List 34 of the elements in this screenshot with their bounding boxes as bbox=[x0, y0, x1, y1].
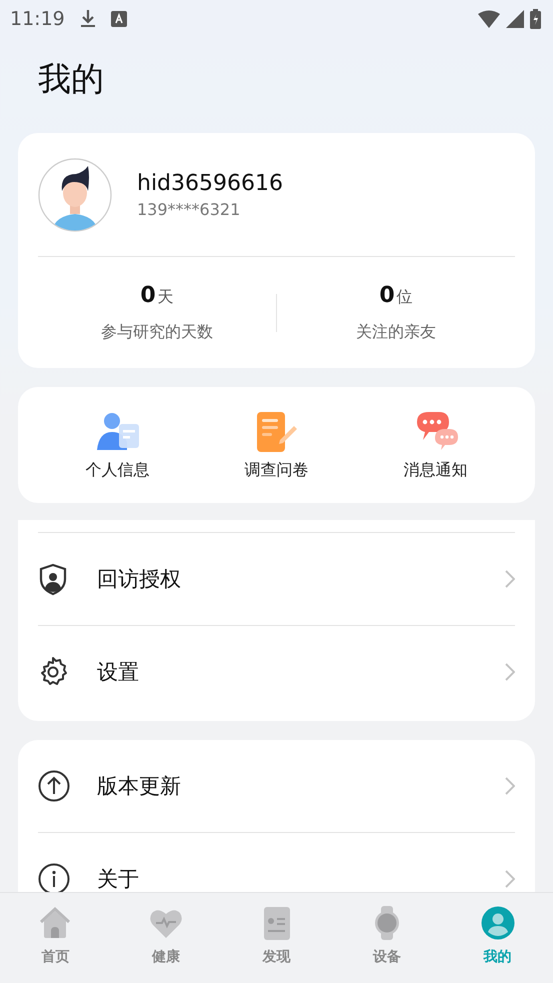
page-title: 我的 bbox=[38, 60, 105, 98]
keyboard-icon bbox=[110, 11, 127, 27]
user-icon bbox=[480, 906, 515, 941]
shortcut-label[interactable]: 消息通知 bbox=[404, 460, 468, 480]
chevron-icon bbox=[505, 570, 515, 588]
home-icon bbox=[38, 906, 72, 941]
stat-unit: 天 bbox=[158, 287, 174, 308]
chevron-icon bbox=[505, 663, 515, 681]
menu-item[interactable]: 关于 bbox=[38, 833, 515, 892]
chevron-icon bbox=[505, 870, 515, 888]
menu-label: 设置 bbox=[97, 659, 140, 686]
signal-icon bbox=[506, 10, 524, 28]
status-time: 11:19 bbox=[10, 8, 65, 30]
menu-label: 关于 bbox=[97, 866, 140, 892]
battery-icon bbox=[530, 9, 541, 29]
menu-label: 回访授权 bbox=[97, 566, 182, 593]
info-icon bbox=[38, 862, 70, 892]
stat-value: 0 bbox=[379, 283, 395, 308]
stat-label: 参与研究的天数 bbox=[101, 322, 213, 343]
menu-label: 版本更新 bbox=[97, 773, 182, 800]
menu-item[interactable]: 设置 bbox=[38, 626, 515, 718]
wifi-icon bbox=[478, 10, 500, 28]
user-name: hid36596616 bbox=[137, 171, 283, 196]
shortcut-label[interactable]: 个人信息 bbox=[86, 460, 150, 480]
shortcut-label[interactable]: 调查问卷 bbox=[244, 460, 308, 480]
chevron-icon bbox=[505, 777, 515, 795]
stat-unit: 位 bbox=[396, 287, 413, 308]
stat-label: 关注的亲友 bbox=[356, 322, 436, 343]
stat-value: 0 bbox=[140, 283, 156, 308]
download-icon bbox=[78, 9, 97, 29]
phone-number: 139****6321 bbox=[137, 200, 242, 219]
menu-item[interactable]: 版本更新 bbox=[38, 740, 515, 832]
avatar[interactable] bbox=[38, 158, 112, 232]
menu-item[interactable]: 回访授权 bbox=[38, 533, 515, 625]
